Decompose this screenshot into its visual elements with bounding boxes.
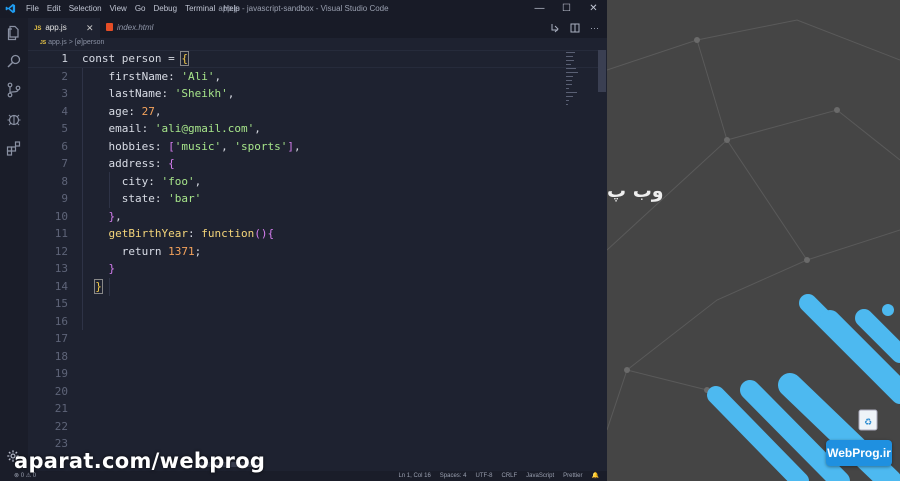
more-actions-icon[interactable]: ··· [590,23,599,33]
window-controls: — ☐ ✕ [526,0,607,18]
code-line: getBirthYear: function(){ [108,227,275,240]
encoding[interactable]: UTF-8 [475,471,492,481]
line-number: 17 [54,332,68,345]
line-number-gutter: 1 2 3 4 5 6 7 8 9 10 11 12 13 14 15 16 17 18 19 20 21 22 23 [28,50,68,453]
indentation[interactable]: Spaces: 4 [440,471,467,481]
line-number: 6 [61,139,68,153]
line-number: 9 [61,192,68,205]
breadcrumb-symbol[interactable]: [ø]person [75,39,105,46]
debug-icon[interactable] [6,111,22,127]
line-number: 15 [54,297,68,310]
background-panel: وب پ [607,0,900,481]
open-changes-icon[interactable] [550,23,560,33]
formatter[interactable]: Prettier [563,471,582,481]
code-line: firstName: 'Ali', [108,69,222,83]
bell-icon[interactable]: 🔔 [592,471,599,481]
editor-tabs: JS app.js ✕ index.html ··· [28,18,607,38]
window-title: app.js - javascript-sandbox - Visual Stu… [218,4,389,13]
language-mode[interactable]: JavaScript [526,471,554,481]
line-number: 11 [54,227,68,240]
javascript-file-icon: JS [34,26,42,32]
code-line: lastName: 'Sheikh', [108,87,235,100]
status-items: Ln 1, Col 16 Spaces: 4 UTF-8 CRLF JavaSc… [398,471,599,481]
code-line: state: 'bar' [121,192,202,205]
code-line: } [108,262,116,275]
line-number: 19 [54,367,68,380]
extensions-icon[interactable] [6,140,22,156]
tab-label: app.js [45,23,67,32]
aparat-watermark: aparat.com/webprog [14,449,266,473]
minimap[interactable] [566,52,580,108]
breadcrumb: JS app.js > [ø]person [40,39,104,46]
tab-app-js[interactable]: JS app.js ✕ [28,18,100,38]
close-tab-icon[interactable]: ✕ [86,18,94,38]
vertical-scrollbar[interactable] [598,50,606,92]
line-number: 3 [61,87,68,100]
html5-file-icon [106,23,113,31]
network-pattern [607,19,900,461]
code-content[interactable]: const person = { firstName: 'Ali', lastN… [82,50,301,295]
brace-open: { [180,51,189,66]
code-line: } [82,278,301,296]
line-number: 14 [54,279,68,293]
line-number: 20 [54,384,68,398]
keyword-const: const [82,52,116,65]
line-number: 16 [54,314,68,328]
line-number: 4 [61,104,68,118]
breadcrumb-separator: > [68,39,73,46]
tab-label: index.html [117,23,154,32]
code-line: address: { [108,157,175,170]
line-number: 8 [61,174,68,188]
code-line: email: 'ali@gmail.com', [108,122,261,135]
source-control-icon[interactable] [6,82,22,98]
code-line: return 1371; [121,244,202,258]
line-number: 1 [61,52,68,65]
minimize-button[interactable]: — [526,0,553,18]
editor-actions: ··· [550,18,599,38]
code-line: const person = { [82,51,189,66]
line-number: 12 [54,244,68,258]
code-line: }, [108,209,122,223]
webprog-badge: WebProg.ir [826,440,892,466]
line-number: 18 [54,349,68,363]
code-line: city: 'foo', [121,174,202,188]
tab-index-html[interactable]: index.html [100,18,190,38]
close-window-button[interactable]: ✕ [580,0,607,18]
line-number: 10 [54,209,68,223]
maximize-button[interactable]: ☐ [553,0,580,18]
line-number: 2 [61,69,68,83]
vscode-window: File Edit Selection View Go Debug Termin… [0,0,607,481]
title-bar: File Edit Selection View Go Debug Termin… [0,0,607,18]
line-number: 22 [54,419,68,433]
line-number: 7 [61,157,68,170]
explorer-icon[interactable] [6,25,22,41]
javascript-file-icon: JS [40,40,47,46]
search-icon[interactable] [6,53,22,69]
code-line: age: 27, [108,104,162,118]
split-editor-icon[interactable] [570,23,580,33]
persian-text: وب پ [607,180,664,202]
line-ending[interactable]: CRLF [501,471,517,481]
line-number: 21 [54,402,68,415]
brace-close: } [94,278,103,294]
line-number: 13 [54,262,68,275]
code-line: hobbies: ['music', 'sports'], [108,139,301,153]
line-number: 5 [61,122,68,135]
code-editor[interactable]: 1 2 3 4 5 6 7 8 9 10 11 12 13 14 15 16 17 18 19 20 21 22 23 co… [28,50,600,458]
cursor-position[interactable]: Ln 1, Col 16 [398,471,430,481]
breadcrumb-file[interactable]: app.js [48,39,67,46]
activity-bar [0,18,28,471]
